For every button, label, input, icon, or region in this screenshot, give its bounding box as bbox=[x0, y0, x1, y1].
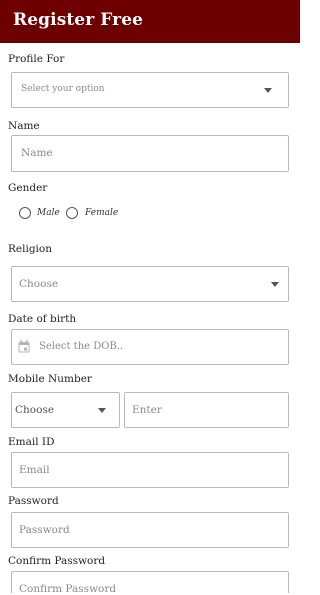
religion-placeholder: Choose bbox=[19, 278, 59, 290]
religion-label: Religion bbox=[8, 243, 52, 255]
password-label: Password bbox=[8, 495, 59, 507]
calendar-icon bbox=[18, 340, 30, 353]
chevron-down-icon bbox=[98, 408, 106, 413]
religion-select[interactable]: Choose bbox=[11, 266, 289, 302]
password-input[interactable]: Password bbox=[11, 512, 289, 548]
country-code-placeholder: Choose bbox=[15, 404, 55, 416]
email-label: Email ID bbox=[8, 436, 55, 448]
dob-placeholder: Select the DOB.. bbox=[39, 341, 124, 352]
chevron-down-icon bbox=[264, 88, 272, 93]
app-header: Register Free bbox=[0, 0, 300, 43]
profile-for-placeholder: Select your option bbox=[21, 84, 105, 94]
radio-female[interactable] bbox=[66, 207, 78, 219]
page-title: Register Free bbox=[13, 10, 144, 30]
country-code-select[interactable]: Choose bbox=[11, 392, 120, 428]
email-input[interactable]: Email bbox=[11, 452, 289, 488]
gender-option-male[interactable]: Male bbox=[37, 208, 60, 218]
profile-for-label: Profile For bbox=[8, 53, 65, 65]
password-placeholder: Password bbox=[19, 524, 70, 536]
confirm-password-placeholder: Confirm Password bbox=[19, 583, 117, 595]
chevron-down-icon bbox=[271, 282, 279, 287]
profile-for-select[interactable]: Select your option bbox=[11, 72, 289, 108]
mobile-number-placeholder: Enter bbox=[132, 404, 162, 416]
radio-male[interactable] bbox=[19, 207, 31, 219]
gender-label: Gender bbox=[8, 182, 48, 194]
gender-option-female[interactable]: Female bbox=[85, 208, 118, 218]
dob-label: Date of birth bbox=[8, 313, 77, 325]
name-input[interactable]: Name bbox=[11, 135, 289, 172]
dob-input[interactable]: Select the DOB.. bbox=[11, 329, 289, 365]
confirm-password-input[interactable]: Confirm Password bbox=[11, 571, 289, 595]
mobile-number-input[interactable]: Enter bbox=[124, 392, 289, 428]
confirm-password-label: Confirm Password bbox=[8, 555, 106, 567]
mobile-label: Mobile Number bbox=[8, 373, 92, 385]
email-placeholder: Email bbox=[19, 464, 50, 476]
name-label: Name bbox=[8, 120, 40, 132]
name-placeholder: Name bbox=[21, 147, 53, 159]
